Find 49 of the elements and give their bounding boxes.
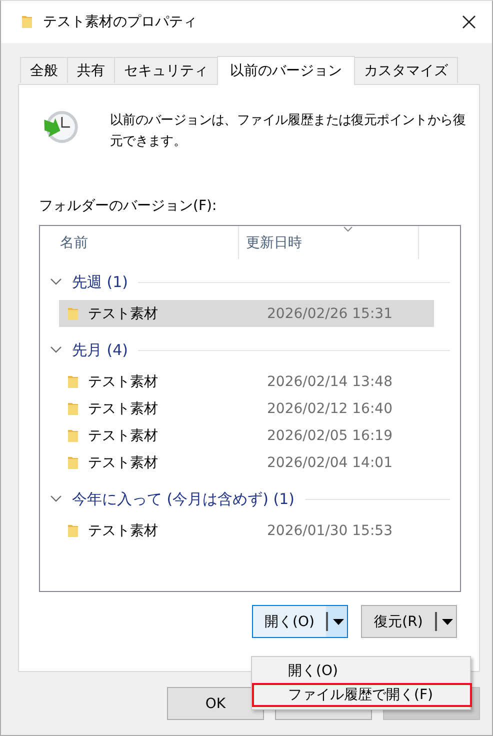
group-header[interactable]: 先月 (4) <box>72 340 128 360</box>
version-row[interactable]: テスト素材 2026/02/12 16:40 <box>59 395 434 422</box>
description-text: 以前のバージョンは、ファイル履歴または復元ポイントから復元できます。 <box>110 112 467 151</box>
version-name: テスト素材 <box>88 454 159 472</box>
chevron-down-icon[interactable] <box>50 278 62 286</box>
caret-icon <box>442 618 453 624</box>
chevron-down-icon[interactable] <box>50 346 62 354</box>
folder-icon <box>67 454 79 470</box>
tab[interactable]: カスタマイズ <box>354 57 458 83</box>
group-header[interactable]: 先週 (1) <box>72 272 128 292</box>
version-date: 2026/01/30 15:53 <box>267 522 392 538</box>
folder-icon <box>67 306 79 322</box>
list-label: フォルダーのバージョン(F): <box>39 197 218 215</box>
menu-item[interactable]: ファイル履歴で開く(F) <box>252 683 472 707</box>
column-header[interactable]: 名前 <box>40 226 239 259</box>
version-date: 2026/02/26 15:31 <box>267 306 392 322</box>
tab[interactable]: 以前のバージョン <box>217 56 355 85</box>
version-date: 2026/02/05 16:19 <box>267 428 392 444</box>
folder-icon <box>67 400 79 416</box>
version-row[interactable]: テスト素材 2026/02/14 13:48 <box>59 368 434 395</box>
version-name: テスト素材 <box>88 522 159 540</box>
version-date: 2026/02/04 14:01 <box>267 454 392 470</box>
chevron-down-icon[interactable] <box>50 495 62 503</box>
version-row[interactable]: テスト素材 2026/01/30 15:53 <box>59 517 434 544</box>
split-button[interactable]: 開く(O) <box>252 605 326 638</box>
folder-icon <box>67 374 79 390</box>
folder-icon <box>21 14 33 30</box>
close-icon <box>462 15 476 29</box>
dropdown-button[interactable] <box>435 605 457 638</box>
version-name: テスト素材 <box>88 372 159 390</box>
group-header[interactable]: 今年に入って (今月は含めず) (1) <box>72 490 294 508</box>
version-date: 2026/02/14 13:48 <box>267 374 392 390</box>
version-name: テスト素材 <box>88 304 159 322</box>
version-name: テスト素材 <box>88 400 159 418</box>
split-button[interactable]: 復元(R) <box>361 605 435 638</box>
dropdown-button[interactable] <box>326 605 348 638</box>
folder-icon <box>67 522 79 538</box>
version-row[interactable]: テスト素材 2026/02/26 15:31 <box>59 300 434 327</box>
folder-icon <box>67 428 79 444</box>
window-title: テスト素材のプロパティ <box>43 13 198 31</box>
column-header[interactable]: 更新日時 <box>239 226 419 259</box>
version-date: 2026/02/12 16:40 <box>267 400 392 416</box>
tab[interactable]: 全般 <box>20 57 68 83</box>
caret-icon <box>333 618 344 624</box>
version-row[interactable]: テスト素材 2026/02/04 14:01 <box>59 449 434 476</box>
version-name: テスト素材 <box>88 426 159 444</box>
dialog-button[interactable]: OK <box>167 687 264 720</box>
menu-item[interactable]: 開く(O) <box>252 659 470 683</box>
version-row[interactable]: テスト素材 2026/02/05 16:19 <box>59 422 434 449</box>
